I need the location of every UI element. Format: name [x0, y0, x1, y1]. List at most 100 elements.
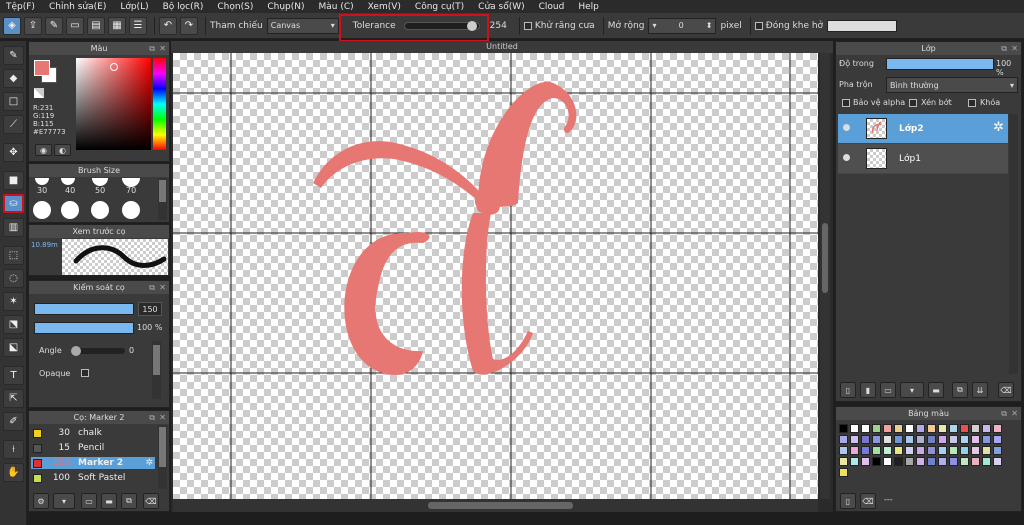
- fill-shape-icon[interactable]: ■: [3, 171, 24, 190]
- menu-item[interactable]: Bộ lọc(R): [163, 2, 204, 12]
- select-pen-icon[interactable]: ⬔: [3, 315, 24, 334]
- line-icon[interactable]: ⟋: [3, 115, 24, 134]
- blend-mode-select[interactable]: Bình thường ▾: [886, 77, 1018, 93]
- brush-size-dot[interactable]: [61, 201, 79, 219]
- antialias-checkbox[interactable]: [523, 21, 532, 30]
- palette-swatch[interactable]: [960, 424, 969, 433]
- picker-cursor[interactable]: [110, 63, 118, 71]
- eyedropper-icon[interactable]: ⟊: [3, 440, 24, 459]
- brush-size-dot[interactable]: [92, 178, 108, 186]
- palette-swatch[interactable]: [982, 435, 991, 444]
- menu-item[interactable]: Màu (C): [319, 2, 354, 12]
- palette-swatch[interactable]: [850, 446, 859, 455]
- brush-list-item[interactable]: 150 Marker 2 ✲: [31, 457, 155, 469]
- palette-swatch[interactable]: [927, 446, 936, 455]
- undo-icon[interactable]: ↶: [159, 16, 177, 35]
- grid-icon[interactable]: ▦: [108, 16, 126, 35]
- palette-swatch[interactable]: [938, 446, 947, 455]
- menu-item[interactable]: Chỉnh sửa(E): [49, 2, 106, 12]
- palette-swatch[interactable]: [861, 457, 870, 466]
- palette-swatch[interactable]: [960, 435, 969, 444]
- palette-swatch[interactable]: [916, 457, 925, 466]
- operation-icon[interactable]: ⇱: [3, 389, 24, 408]
- new-layer-icon[interactable]: ▯: [840, 382, 856, 398]
- palette-swatch[interactable]: [883, 457, 892, 466]
- palette-swatch[interactable]: [916, 446, 925, 455]
- palette-swatch[interactable]: [883, 435, 892, 444]
- gear-icon[interactable]: ✲: [145, 458, 153, 468]
- palette-swatch[interactable]: [850, 424, 859, 433]
- text-icon[interactable]: T: [3, 366, 24, 385]
- layer-opacity-slider[interactable]: [886, 58, 994, 70]
- menu-item[interactable]: Chụp(N): [267, 2, 304, 12]
- canvas[interactable]: [173, 53, 818, 499]
- layer-row[interactable]: Lớp1: [838, 144, 1008, 173]
- palette-swatch[interactable]: [905, 446, 914, 455]
- protect-alpha-checkbox[interactable]: [842, 99, 850, 107]
- delete-layer-icon[interactable]: ⌫: [998, 382, 1014, 398]
- palette-swatch[interactable]: [993, 435, 1002, 444]
- palette-swatch[interactable]: [916, 424, 925, 433]
- visibility-icon[interactable]: [843, 154, 850, 161]
- menu-item[interactable]: Cửa sổ(W): [478, 2, 524, 12]
- palette-swatch[interactable]: [971, 457, 980, 466]
- layer-folder-icon[interactable]: ▬: [928, 382, 944, 398]
- menu-item[interactable]: Chọn(S): [217, 2, 253, 12]
- brush-list-item[interactable]: 15 Pencil: [31, 442, 155, 454]
- expand-field[interactable]: ▾ 0 ⬍: [648, 17, 717, 34]
- palette-swatch[interactable]: [938, 424, 947, 433]
- visibility-icon[interactable]: [843, 124, 850, 131]
- palette-swatch[interactable]: [839, 457, 848, 466]
- brush-folder-icon[interactable]: ▬: [101, 493, 117, 509]
- palette-swatch[interactable]: [949, 424, 958, 433]
- palette-swatch[interactable]: [894, 424, 903, 433]
- menu-item[interactable]: Tệp(F): [6, 2, 35, 12]
- palette-swatch[interactable]: [938, 457, 947, 466]
- select-eraser-icon[interactable]: ⬕: [3, 338, 24, 357]
- document-icon[interactable]: ▤: [87, 16, 105, 35]
- palette-swatch[interactable]: [993, 457, 1002, 466]
- angle-slider[interactable]: [71, 346, 125, 356]
- hue-slider[interactable]: [153, 58, 166, 150]
- palette-swatch[interactable]: [861, 424, 870, 433]
- brush-settings-icon[interactable]: ⚙: [33, 493, 49, 509]
- add-layer-icon[interactable]: ▾: [900, 382, 924, 398]
- palette-swatch[interactable]: [949, 446, 958, 455]
- redo-icon[interactable]: ↷: [180, 16, 198, 35]
- merge-layer-icon[interactable]: ⇊: [972, 382, 988, 398]
- palette-swatch[interactable]: [872, 446, 881, 455]
- shape-icon[interactable]: □: [3, 92, 24, 111]
- palette-swatch[interactable]: [905, 424, 914, 433]
- palette-swatch[interactable]: [872, 435, 881, 444]
- palette-swatch[interactable]: [839, 435, 848, 444]
- select-rect-icon[interactable]: ⬚: [3, 246, 24, 265]
- brush-delete-icon[interactable]: ⌫: [143, 493, 159, 509]
- hand-icon[interactable]: ✋: [3, 463, 24, 482]
- brush-copy-icon[interactable]: ▭: [81, 493, 97, 509]
- brush-size-value[interactable]: 150: [138, 302, 162, 316]
- brush-size-dot[interactable]: [35, 178, 49, 185]
- palette-swatch[interactable]: [971, 446, 980, 455]
- palette-swatch[interactable]: [905, 457, 914, 466]
- brush-list-item[interactable]: 100 Soft Pastel: [31, 472, 155, 484]
- brush-size-dot[interactable]: [33, 201, 51, 219]
- brush-size-dot[interactable]: [91, 201, 109, 219]
- brush-size-dot[interactable]: [122, 201, 140, 219]
- layer-row[interactable]: Lớp2 ✲: [838, 114, 1008, 143]
- palette-swatch[interactable]: [850, 457, 859, 466]
- bucket-mode-icon[interactable]: ◈: [3, 16, 21, 35]
- palette-swatch[interactable]: [905, 435, 914, 444]
- canvas-tab[interactable]: Untitled: [171, 41, 833, 53]
- palette-swatch[interactable]: [960, 446, 969, 455]
- brush-size-slider[interactable]: [34, 303, 134, 315]
- opaque-checkbox[interactable]: [81, 369, 89, 377]
- add-brush-icon[interactable]: ▾: [53, 493, 75, 509]
- new-raster-layer-icon[interactable]: ▭: [880, 382, 896, 398]
- menu-item[interactable]: Cloud: [539, 2, 565, 12]
- palette-swatch[interactable]: [894, 457, 903, 466]
- close-gap-checkbox[interactable]: [754, 21, 763, 30]
- palette-swatch[interactable]: [938, 435, 947, 444]
- palette-swatch[interactable]: [927, 457, 936, 466]
- dropper-pen-icon[interactable]: ✐: [3, 412, 24, 431]
- palette-swatch[interactable]: [850, 435, 859, 444]
